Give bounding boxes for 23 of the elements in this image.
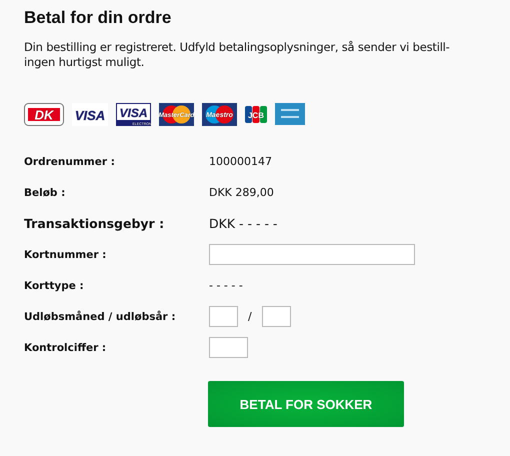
separator-text: / bbox=[248, 310, 252, 323]
pay-button[interactable]: BETAL FOR SOKKER bbox=[208, 381, 404, 427]
page-title: Betal for din ordre bbox=[24, 8, 172, 28]
card-logo: JCB bbox=[245, 106, 267, 122]
card-logo: VISA bbox=[72, 102, 108, 126]
field-label: Kortnummer : bbox=[24, 248, 108, 260]
field-label: Beløb : bbox=[24, 186, 66, 198]
input-field[interactable] bbox=[209, 306, 238, 327]
field-value: DKK 289,00 bbox=[209, 186, 274, 199]
field-value: 100000147 bbox=[209, 155, 272, 168]
field-label: Kontrolciffer : bbox=[24, 342, 108, 354]
input-field[interactable] bbox=[262, 306, 291, 327]
input-field[interactable] bbox=[209, 244, 415, 265]
card-logo: DK bbox=[24, 102, 64, 126]
field-value: - - - - - bbox=[209, 279, 243, 292]
field-label: Ordrenummer : bbox=[24, 156, 116, 168]
field-label: Udløbsmåned / udløbsår : bbox=[24, 310, 177, 322]
field-value: DKK - - - - - bbox=[209, 216, 278, 231]
input-field[interactable] bbox=[209, 337, 248, 358]
card-logo bbox=[275, 103, 305, 125]
field-label: Korttype : bbox=[24, 280, 85, 292]
field-label: Transaktionsgebyr : bbox=[24, 216, 166, 231]
intro-text: Din bestilling er registreret. Udfyld betalingsoplysninger, så sender vi bestill- ingen hurtigst muligt. bbox=[24, 40, 451, 70]
